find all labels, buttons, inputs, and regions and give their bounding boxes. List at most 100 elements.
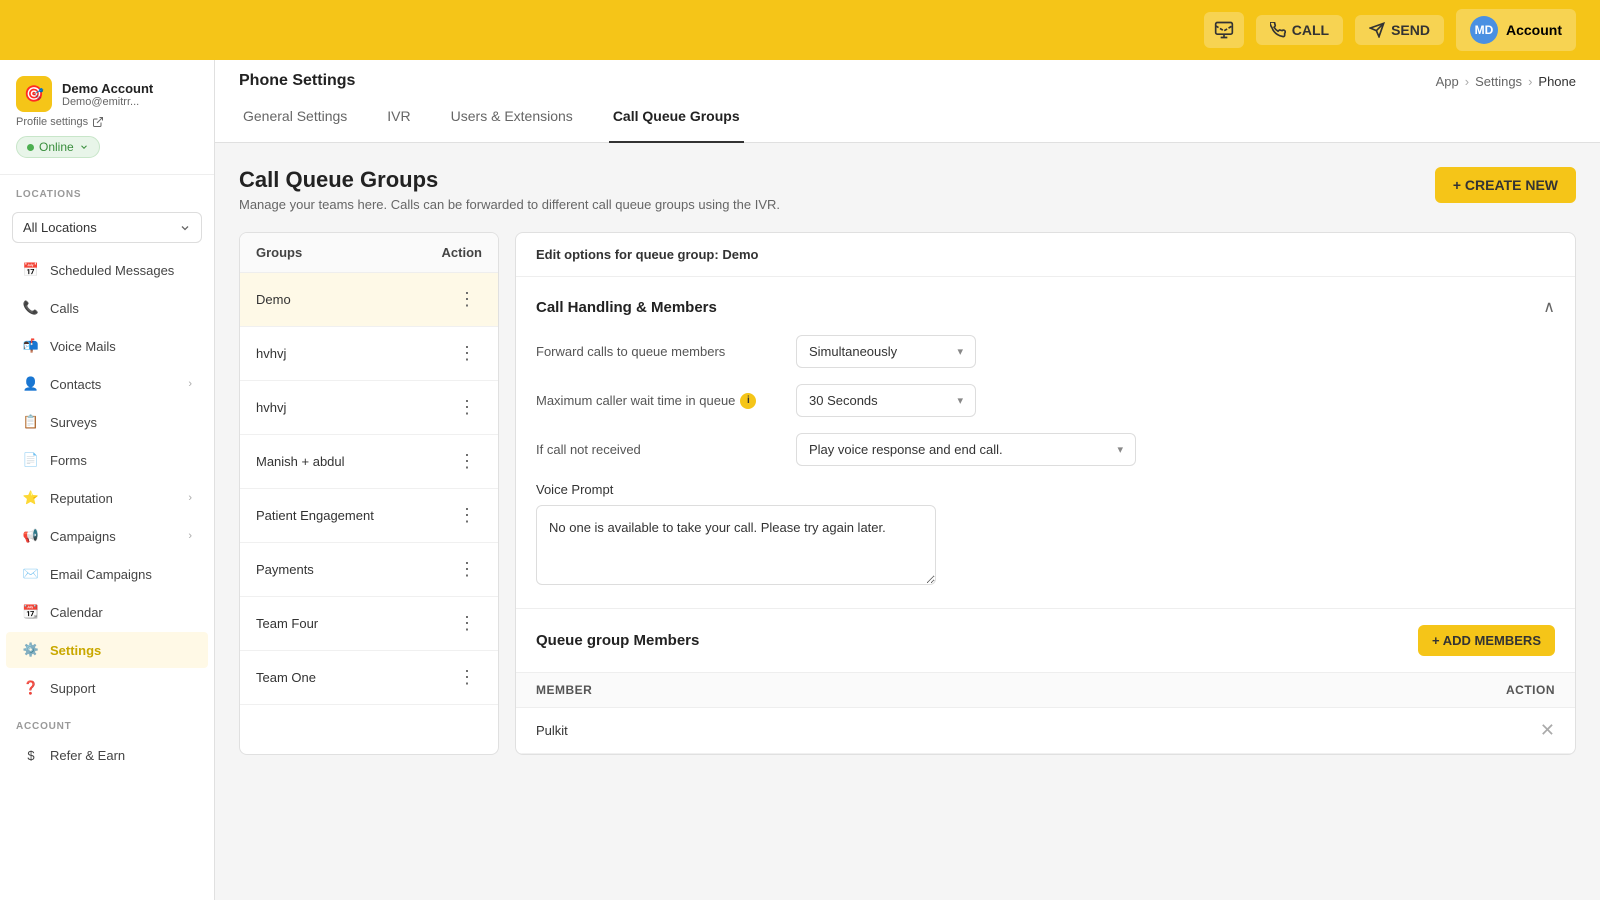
- group-row-manish-abdul[interactable]: Manish + abdul ⋮: [240, 435, 498, 489]
- campaigns-icon: 📢: [22, 527, 40, 545]
- queue-edit-header: Edit options for queue group: Demo: [516, 233, 1575, 277]
- tab-call-queue-groups[interactable]: Call Queue Groups: [609, 91, 744, 143]
- surveys-icon: 📋: [22, 413, 40, 431]
- forward-calls-field: Forward calls to queue members Simultane…: [536, 335, 1555, 368]
- sidebar-item-refer-earn[interactable]: $ Refer & Earn: [6, 737, 208, 773]
- chevron-right-icon: ›: [188, 492, 192, 504]
- tab-ivr[interactable]: IVR: [383, 91, 414, 143]
- members-header: Queue group Members + ADD MEMBERS: [516, 609, 1575, 673]
- chevron-right-icon: ›: [188, 530, 192, 542]
- info-icon[interactable]: i: [740, 393, 756, 409]
- max-wait-time-field: Maximum caller wait time in queue i 30 S…: [536, 384, 1555, 417]
- page-title-row: Call Queue Groups Manage your teams here…: [239, 167, 1576, 212]
- edit-panel: Edit options for queue group: Demo Call …: [515, 232, 1576, 755]
- scheduled-messages-icon: 📅: [22, 261, 40, 279]
- group-menu-hvhvj-2[interactable]: ⋮: [452, 395, 482, 420]
- online-status-badge[interactable]: Online: [16, 136, 100, 158]
- page-subtitle: Manage your teams here. Calls can be for…: [239, 197, 780, 212]
- sidebar-item-calls[interactable]: 📞 Calls: [6, 290, 208, 326]
- sidebar-item-forms[interactable]: 📄 Forms: [6, 442, 208, 478]
- remove-member-button[interactable]: ✕: [1540, 720, 1555, 741]
- send-button[interactable]: SEND: [1355, 15, 1444, 45]
- locations-label: LOCATIONS: [0, 175, 214, 204]
- profile-avatar: 🎯: [16, 76, 52, 112]
- group-row-hvhvj-2[interactable]: hvhvj ⋮: [240, 381, 498, 435]
- groups-panel: Groups Action Demo ⋮ hvhvj ⋮ hvhvj: [239, 232, 499, 755]
- sidebar-item-calendar[interactable]: 📆 Calendar: [6, 594, 208, 630]
- account-section-label: ACCOUNT: [0, 707, 214, 736]
- breadcrumb: App › Settings › Phone: [1436, 74, 1576, 89]
- sidebar-item-email-campaigns[interactable]: ✉️ Email Campaigns: [6, 556, 208, 592]
- sidebar-item-campaigns[interactable]: 📢 Campaigns ›: [6, 518, 208, 554]
- voice-prompt-textarea[interactable]: No one is available to take your call. P…: [536, 505, 936, 585]
- tab-general-settings[interactable]: General Settings: [239, 91, 351, 143]
- group-menu-hvhvj-1[interactable]: ⋮: [452, 341, 482, 366]
- online-dot: [27, 144, 34, 151]
- profile-settings-link[interactable]: Profile settings: [16, 116, 198, 128]
- refer-earn-icon: $: [22, 746, 40, 764]
- group-menu-team-one[interactable]: ⋮: [452, 665, 482, 690]
- content-body: Call Queue Groups Manage your teams here…: [215, 143, 1600, 900]
- reputation-icon: ⭐: [22, 489, 40, 507]
- chevron-down-icon: ▾: [957, 394, 963, 407]
- support-icon: ❓: [22, 679, 40, 697]
- calendar-icon: 📆: [22, 603, 40, 621]
- location-select[interactable]: All Locations: [12, 212, 202, 243]
- group-row-demo[interactable]: Demo ⋮: [240, 273, 498, 327]
- if-call-not-received-label: If call not received: [536, 442, 796, 457]
- group-menu-patient-engagement[interactable]: ⋮: [452, 503, 482, 528]
- main-content: Phone Settings App › Settings › Phone Ge…: [215, 60, 1600, 900]
- call-queue-groups-title: Call Queue Groups: [239, 167, 780, 193]
- queue-members-section: Queue group Members + ADD MEMBERS Member…: [516, 609, 1575, 754]
- sidebar: 🎯 Demo Account Demo@emitrr... Profile se…: [0, 60, 215, 900]
- forward-calls-label: Forward calls to queue members: [536, 344, 796, 359]
- sidebar-item-settings[interactable]: ⚙️ Settings: [6, 632, 208, 668]
- sidebar-item-contacts[interactable]: 👤 Contacts ›: [6, 366, 208, 402]
- group-menu-demo[interactable]: ⋮: [452, 287, 482, 312]
- top-bar: CALL SEND MD Account: [0, 0, 1600, 60]
- sidebar-item-support[interactable]: ❓ Support: [6, 670, 208, 706]
- sidebar-item-scheduled-messages[interactable]: 📅 Scheduled Messages: [6, 252, 208, 288]
- profile-email: Demo@emitrr...: [62, 96, 198, 108]
- call-handling-section: Call Handling & Members ∧ Forward calls …: [516, 277, 1575, 609]
- sidebar-item-reputation[interactable]: ⭐ Reputation ›: [6, 480, 208, 516]
- group-row-team-four[interactable]: Team Four ⋮: [240, 597, 498, 651]
- voice-mails-icon: 📬: [22, 337, 40, 355]
- settings-icon: ⚙️: [22, 641, 40, 659]
- group-menu-payments[interactable]: ⋮: [452, 557, 482, 582]
- group-row-payments[interactable]: Payments ⋮: [240, 543, 498, 597]
- max-wait-time-select[interactable]: 30 Seconds ▾: [796, 384, 976, 417]
- group-menu-team-four[interactable]: ⋮: [452, 611, 482, 636]
- collapse-button[interactable]: ∧: [1543, 297, 1555, 317]
- two-col-layout: Groups Action Demo ⋮ hvhvj ⋮ hvhvj: [239, 232, 1576, 755]
- group-menu-manish-abdul[interactable]: ⋮: [452, 449, 482, 474]
- page-title: Phone Settings: [239, 72, 355, 90]
- email-campaigns-icon: ✉️: [22, 565, 40, 583]
- forward-calls-select[interactable]: Simultaneously ▾: [796, 335, 976, 368]
- group-row-team-one[interactable]: Team One ⋮: [240, 651, 498, 705]
- tab-users-extensions[interactable]: Users & Extensions: [447, 91, 577, 143]
- profile-section: 🎯 Demo Account Demo@emitrr... Profile se…: [0, 60, 214, 175]
- members-table-header: Member Action: [516, 673, 1575, 708]
- groups-table-header: Groups Action: [240, 233, 498, 273]
- calls-icon: 📞: [22, 299, 40, 317]
- voice-prompt-section: Voice Prompt No one is available to take…: [536, 482, 1555, 588]
- sidebar-item-voice-mails[interactable]: 📬 Voice Mails: [6, 328, 208, 364]
- profile-name: Demo Account: [62, 81, 198, 96]
- group-row-patient-engagement[interactable]: Patient Engagement ⋮: [240, 489, 498, 543]
- chevron-down-icon: ▾: [1117, 443, 1123, 456]
- contacts-icon: 👤: [22, 375, 40, 393]
- if-call-not-received-select[interactable]: Play voice response and end call. ▾: [796, 433, 1136, 466]
- avatar: MD: [1470, 16, 1498, 44]
- add-members-button[interactable]: + ADD MEMBERS: [1418, 625, 1555, 656]
- account-button[interactable]: MD Account: [1456, 9, 1576, 51]
- member-row-pulkit: Pulkit ✕: [516, 708, 1575, 754]
- create-new-button[interactable]: + CREATE NEW: [1435, 167, 1576, 203]
- if-call-not-received-field: If call not received Play voice response…: [536, 433, 1555, 466]
- chevron-down-icon: ▾: [957, 345, 963, 358]
- forms-icon: 📄: [22, 451, 40, 469]
- call-button[interactable]: CALL: [1256, 15, 1343, 45]
- group-row-hvhvj-1[interactable]: hvhvj ⋮: [240, 327, 498, 381]
- sidebar-item-surveys[interactable]: 📋 Surveys: [6, 404, 208, 440]
- notifications-button[interactable]: [1204, 12, 1244, 48]
